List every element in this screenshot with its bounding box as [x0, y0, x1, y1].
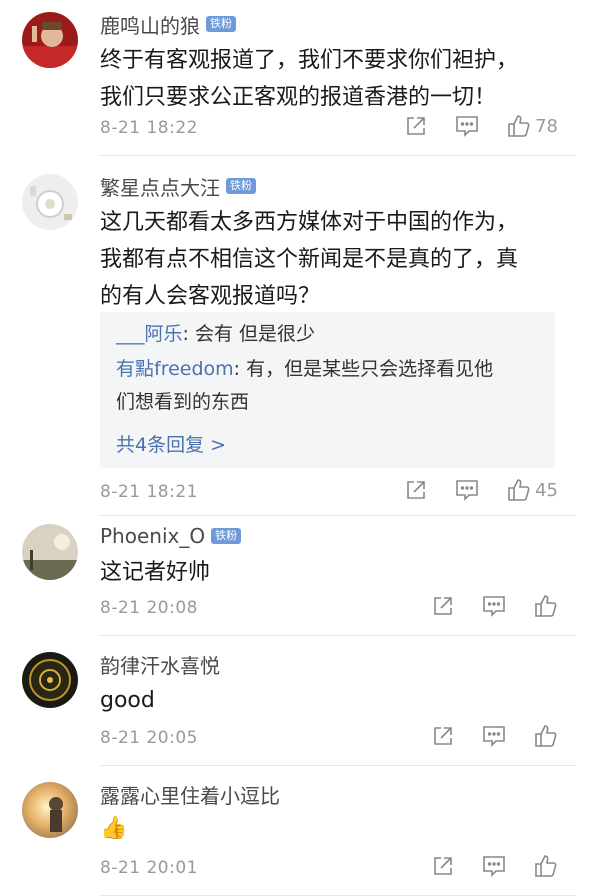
- reply-item[interactable]: 有點freedom: 有，但是某些只会选择看见他: [116, 353, 541, 386]
- comment-item: Phoenix_O 铁粉 这记者好帅 8-21 20:08: [0, 516, 596, 636]
- username[interactable]: 露露心里住着小逗比: [100, 780, 280, 809]
- reply-button[interactable]: [482, 855, 506, 877]
- share-icon: [434, 857, 452, 875]
- like-button[interactable]: 78: [507, 114, 558, 138]
- avatar[interactable]: [22, 12, 78, 68]
- comment-text: 这几天都看太多西方媒体对于中国的作为， 我都有点不相信这个新闻是不是真的了，真 …: [100, 210, 519, 309]
- reply-button[interactable]: [455, 479, 479, 501]
- thumbs-up-icon: [535, 595, 557, 617]
- username[interactable]: 繁星点点大汪: [100, 172, 220, 201]
- username-row: Phoenix_O 铁粉: [100, 522, 242, 550]
- reply-button[interactable]: [482, 725, 506, 747]
- comment-icon: [456, 116, 478, 137]
- comment-text: 👍: [100, 810, 127, 847]
- comment-meta: 8-21 20:05: [100, 724, 596, 754]
- reply-text: : 会有 但是很少: [182, 323, 315, 345]
- reply-button[interactable]: [482, 595, 506, 617]
- share-button[interactable]: [432, 595, 454, 617]
- username-row: 韵律汗水喜悦: [100, 650, 220, 678]
- share-icon: [407, 481, 425, 499]
- share-button[interactable]: [405, 479, 427, 501]
- more-replies-link[interactable]: 共4条回复 >: [116, 430, 226, 457]
- like-button[interactable]: [534, 594, 558, 618]
- comment-meta: 8-21 18:21 45: [100, 478, 596, 508]
- like-button[interactable]: [534, 854, 558, 878]
- username[interactable]: 鹿鸣山的狼: [100, 10, 200, 39]
- comment-item: 韵律汗水喜悦 good 8-21 20:05: [0, 636, 596, 766]
- fan-badge: 铁粉: [206, 16, 236, 32]
- comment-icon: [483, 596, 505, 617]
- comment-item: 露露心里住着小逗比 👍 8-21 20:01: [0, 766, 596, 896]
- like-count: 45: [535, 479, 558, 501]
- timestamp: 8-21 18:22: [100, 118, 198, 138]
- comment-meta: 8-21 20:08: [100, 594, 596, 624]
- timestamp: 8-21 20:01: [100, 858, 198, 878]
- share-icon: [434, 727, 452, 745]
- thumbs-up-icon: [535, 725, 557, 747]
- thumbs-up-emoji: 👍: [100, 816, 128, 841]
- avatar[interactable]: [22, 652, 78, 708]
- like-button[interactable]: 45: [507, 478, 558, 502]
- comment-icon: [483, 856, 505, 877]
- timestamp: 8-21 18:21: [100, 482, 198, 502]
- reply-text: : 有，但是某些只会选择看见他: [233, 358, 494, 380]
- share-button[interactable]: [432, 855, 454, 877]
- fan-badge: 铁粉: [226, 178, 256, 194]
- comment-actions: 78: [377, 114, 558, 138]
- comment-meta: 8-21 20:01: [100, 854, 596, 884]
- comment-item: 鹿鸣山的狼 铁粉 终于有客观报道了，我们不要求你们袒护， 我们只要求公正客观的报…: [0, 0, 596, 156]
- reply-item[interactable]: ___阿乐: 会有 但是很少: [116, 318, 541, 351]
- username-row: 露露心里住着小逗比: [100, 780, 280, 808]
- share-icon: [407, 117, 425, 135]
- comment-item: 繁星点点大汪 铁粉 这几天都看太多西方媒体对于中国的作为， 我都有点不相信这个新…: [0, 156, 596, 516]
- comment-text: good: [100, 688, 155, 713]
- comment-actions: [404, 854, 558, 878]
- like-button[interactable]: [534, 724, 558, 748]
- thumbs-up-icon: [508, 115, 530, 137]
- timestamp: 8-21 20:08: [100, 598, 198, 618]
- comment-actions: 45: [377, 478, 558, 502]
- thumbs-up-icon: [508, 479, 530, 501]
- reply-username[interactable]: ___阿乐: [116, 323, 183, 345]
- username[interactable]: 韵律汗水喜悦: [100, 650, 220, 679]
- share-button[interactable]: [432, 725, 454, 747]
- reply-username[interactable]: 有點freedom: [116, 358, 234, 380]
- comment-meta: 8-21 18:22 78: [100, 114, 596, 144]
- username-row: 繁星点点大汪 铁粉: [100, 172, 256, 200]
- avatar[interactable]: [22, 174, 78, 230]
- comment-icon: [483, 726, 505, 747]
- comment-actions: [404, 594, 558, 618]
- username-row: 鹿鸣山的狼 铁粉: [100, 10, 236, 38]
- comment-actions: [404, 724, 558, 748]
- comment-icon: [456, 480, 478, 501]
- reply-box: ___阿乐: 会有 但是很少 有點freedom: 有，但是某些只会选择看见他 …: [100, 312, 555, 468]
- comment-text: 这记者好帅: [100, 560, 211, 585]
- avatar[interactable]: [22, 524, 78, 580]
- like-count: 78: [535, 115, 558, 137]
- reply-button[interactable]: [455, 115, 479, 137]
- reply-text-continuation: 们想看到的东西: [116, 391, 250, 413]
- fan-badge: 铁粉: [211, 528, 242, 544]
- username[interactable]: Phoenix_O: [100, 524, 205, 548]
- timestamp: 8-21 20:05: [100, 728, 198, 748]
- avatar[interactable]: [22, 782, 78, 838]
- share-button[interactable]: [405, 115, 427, 137]
- comment-text: 终于有客观报道了，我们不要求你们袒护， 我们只要求公正客观的报道香港的一切！: [100, 48, 519, 110]
- thumbs-up-icon: [535, 855, 557, 877]
- share-icon: [434, 597, 452, 615]
